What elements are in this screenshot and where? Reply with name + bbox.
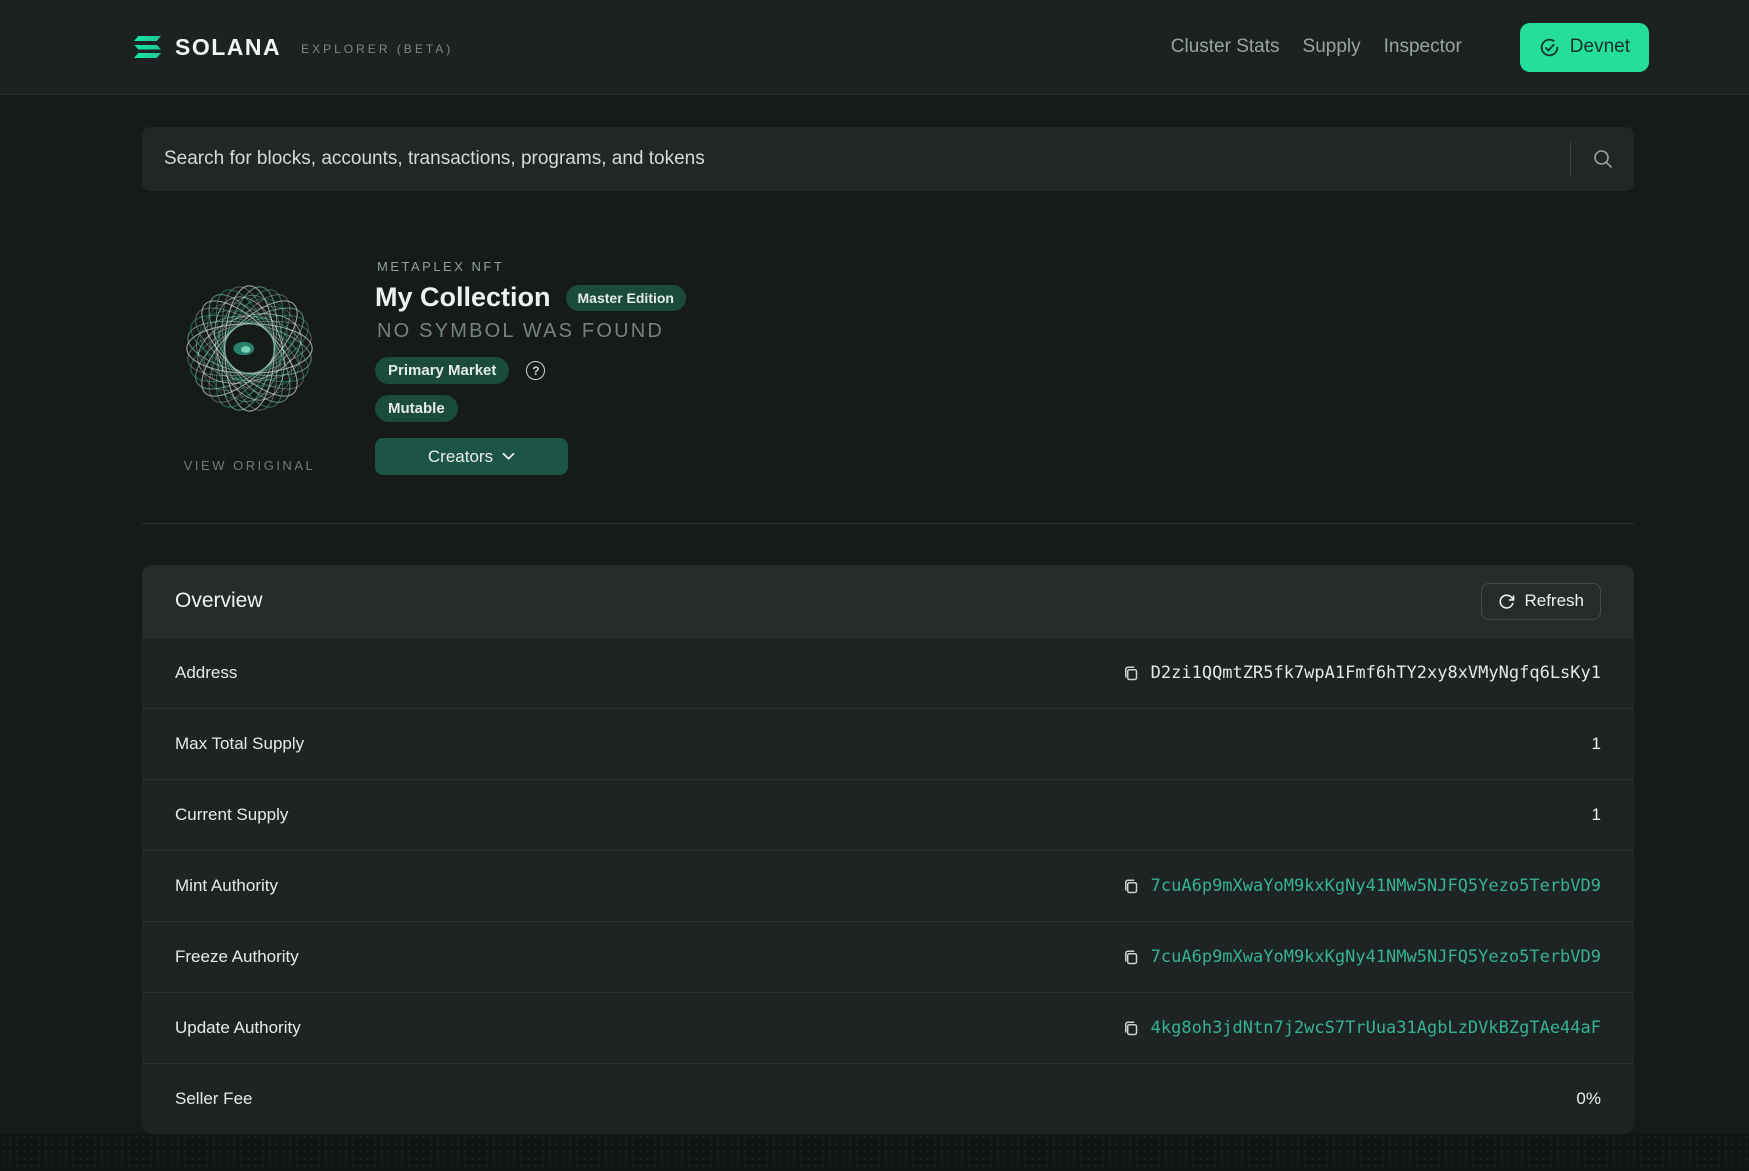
mutable-badge: Mutable xyxy=(375,395,458,422)
table-row: Mint Authority 7cuA6p9mXwaYoM9kxKgNy41NM… xyxy=(142,850,1634,921)
row-value: 7cuA6p9mXwaYoM9kxKgNy41NMw5NJFQ5Yezo5Ter… xyxy=(1122,876,1601,896)
copy-icon xyxy=(1122,877,1140,895)
table-row: Update Authority 4kg8oh3jdNtn7j2wcS7TrUu… xyxy=(142,992,1634,1063)
copy-icon xyxy=(1122,1019,1140,1037)
row-value: D2zi1QQmtZR5fk7wpA1Fmf6hTY2xy8xVMyNgfq6L… xyxy=(1122,663,1601,683)
search-input[interactable] xyxy=(162,147,1562,171)
row-value: 1 xyxy=(1592,734,1601,754)
metaplex-nft-kicker: METAPLEX NFT xyxy=(377,259,504,274)
row-label: Mint Authority xyxy=(175,876,278,896)
nft-image xyxy=(183,270,316,427)
nav-link-supply[interactable]: Supply xyxy=(1303,36,1361,58)
nft-title-row: My Collection Master Edition xyxy=(375,282,686,313)
explorer-beta-label: EXPLORER (BETA) xyxy=(301,39,453,56)
row-label: Seller Fee xyxy=(175,1089,252,1109)
devnet-button[interactable]: Devnet xyxy=(1520,23,1649,72)
nav-link-inspector[interactable]: Inspector xyxy=(1384,36,1462,58)
copy-button[interactable] xyxy=(1122,877,1140,895)
creators-label: Creators xyxy=(428,447,493,467)
search-icon xyxy=(1592,148,1614,170)
market-badge-row: Primary Market ? xyxy=(375,357,545,384)
symbol-note: NO SYMBOL WAS FOUND xyxy=(377,320,664,343)
brand-text: SOLANA xyxy=(175,34,281,61)
refresh-button[interactable]: Refresh xyxy=(1481,583,1601,620)
check-circle-icon xyxy=(1539,37,1560,58)
search-divider xyxy=(1570,142,1571,176)
overview-title: Overview xyxy=(175,589,263,613)
copy-icon xyxy=(1122,664,1140,682)
row-label: Update Authority xyxy=(175,1018,301,1038)
row-value: 0% xyxy=(1576,1089,1601,1109)
mutable-badge-row: Mutable xyxy=(375,395,458,422)
row-value: 7cuA6p9mXwaYoM9kxKgNy41NMw5NJFQ5Yezo5Ter… xyxy=(1122,947,1601,967)
copy-icon xyxy=(1122,948,1140,966)
row-value: 1 xyxy=(1592,805,1601,825)
help-icon[interactable]: ? xyxy=(526,361,545,380)
refresh-label: Refresh xyxy=(1524,591,1584,611)
solana-explorer-page: SOLANA EXPLORER (BETA) Cluster Stats Sup… xyxy=(0,0,1749,1171)
address-link[interactable]: 7cuA6p9mXwaYoM9kxKgNy41NMw5NJFQ5Yezo5Ter… xyxy=(1151,947,1601,967)
creators-button[interactable]: Creators xyxy=(375,438,568,475)
nft-title: My Collection xyxy=(375,282,551,313)
devnet-label: Devnet xyxy=(1570,36,1630,58)
header: SOLANA EXPLORER (BETA) Cluster Stats Sup… xyxy=(0,0,1749,95)
row-label: Address xyxy=(175,663,237,683)
row-label: Max Total Supply xyxy=(175,734,304,754)
copy-button[interactable] xyxy=(1122,664,1140,682)
row-label: Current Supply xyxy=(175,805,288,825)
copy-button[interactable] xyxy=(1122,1019,1140,1037)
copy-button[interactable] xyxy=(1122,948,1140,966)
row-value-text: D2zi1QQmtZR5fk7wpA1Fmf6hTY2xy8xVMyNgfq6L… xyxy=(1151,663,1601,683)
table-row: Seller Fee 0% xyxy=(142,1063,1634,1134)
chevron-down-icon xyxy=(502,452,515,461)
overview-table: Address D2zi1QQmtZR5fk7wpA1Fmf6hTY2xy8xV… xyxy=(142,637,1634,1134)
footer-strip xyxy=(0,1134,1749,1171)
table-row: Freeze Authority 7cuA6p9mXwaYoM9kxKgNy41… xyxy=(142,921,1634,992)
solana-logo[interactable]: SOLANA EXPLORER (BETA) xyxy=(134,34,453,61)
view-original-link[interactable]: VIEW ORIGINAL xyxy=(171,458,328,473)
row-value-text: 1 xyxy=(1592,734,1601,754)
overview-card: Overview Refresh Address D2zi1QQmtZR5fk7… xyxy=(142,565,1634,1134)
search-bar xyxy=(142,127,1634,191)
primary-market-badge: Primary Market xyxy=(375,357,509,384)
row-value-text: 1 xyxy=(1592,805,1601,825)
refresh-icon xyxy=(1498,593,1515,610)
table-row: Address D2zi1QQmtZR5fk7wpA1Fmf6hTY2xy8xV… xyxy=(142,637,1634,708)
table-row: Max Total Supply 1 xyxy=(142,708,1634,779)
master-edition-badge: Master Edition xyxy=(566,285,686,311)
nav-link-cluster-stats[interactable]: Cluster Stats xyxy=(1171,36,1280,58)
search-button[interactable] xyxy=(1592,148,1614,170)
overview-card-header: Overview Refresh xyxy=(142,565,1634,637)
row-value-text: 0% xyxy=(1576,1089,1601,1109)
table-row: Current Supply 1 xyxy=(142,779,1634,850)
row-label: Freeze Authority xyxy=(175,947,299,967)
row-value: 4kg8oh3jdNtn7j2wcS7TrUua31AgbLzDVkBZgTAe… xyxy=(1122,1018,1601,1038)
address-link[interactable]: 7cuA6p9mXwaYoM9kxKgNy41NMw5NJFQ5Yezo5Ter… xyxy=(1151,876,1601,896)
address-link[interactable]: 4kg8oh3jdNtn7j2wcS7TrUua31AgbLzDVkBZgTAe… xyxy=(1151,1018,1601,1038)
section-divider xyxy=(142,523,1634,524)
solana-mark-icon xyxy=(134,36,161,58)
main-nav: Cluster Stats Supply Inspector xyxy=(1171,36,1462,58)
